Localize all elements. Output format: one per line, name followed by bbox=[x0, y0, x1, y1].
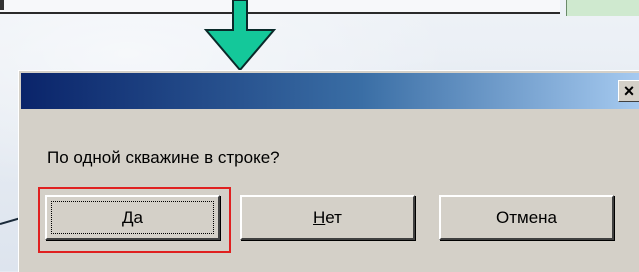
down-arrow-icon bbox=[203, 0, 277, 72]
top-frame-mark bbox=[0, 0, 4, 10]
dialog-message: По одной скважине в строке? bbox=[47, 148, 280, 167]
no-button-label: Нет bbox=[313, 207, 342, 227]
top-frame-edge bbox=[0, 0, 560, 14]
dialog-titlebar: × bbox=[21, 73, 639, 109]
top-right-decoration bbox=[566, 0, 639, 16]
close-icon[interactable]: × bbox=[618, 80, 639, 102]
cancel-button-label: Отмена bbox=[496, 207, 557, 227]
yes-button-highlight bbox=[38, 187, 231, 253]
cancel-button[interactable]: Отмена bbox=[439, 195, 614, 240]
no-button[interactable]: Нет bbox=[240, 195, 415, 240]
